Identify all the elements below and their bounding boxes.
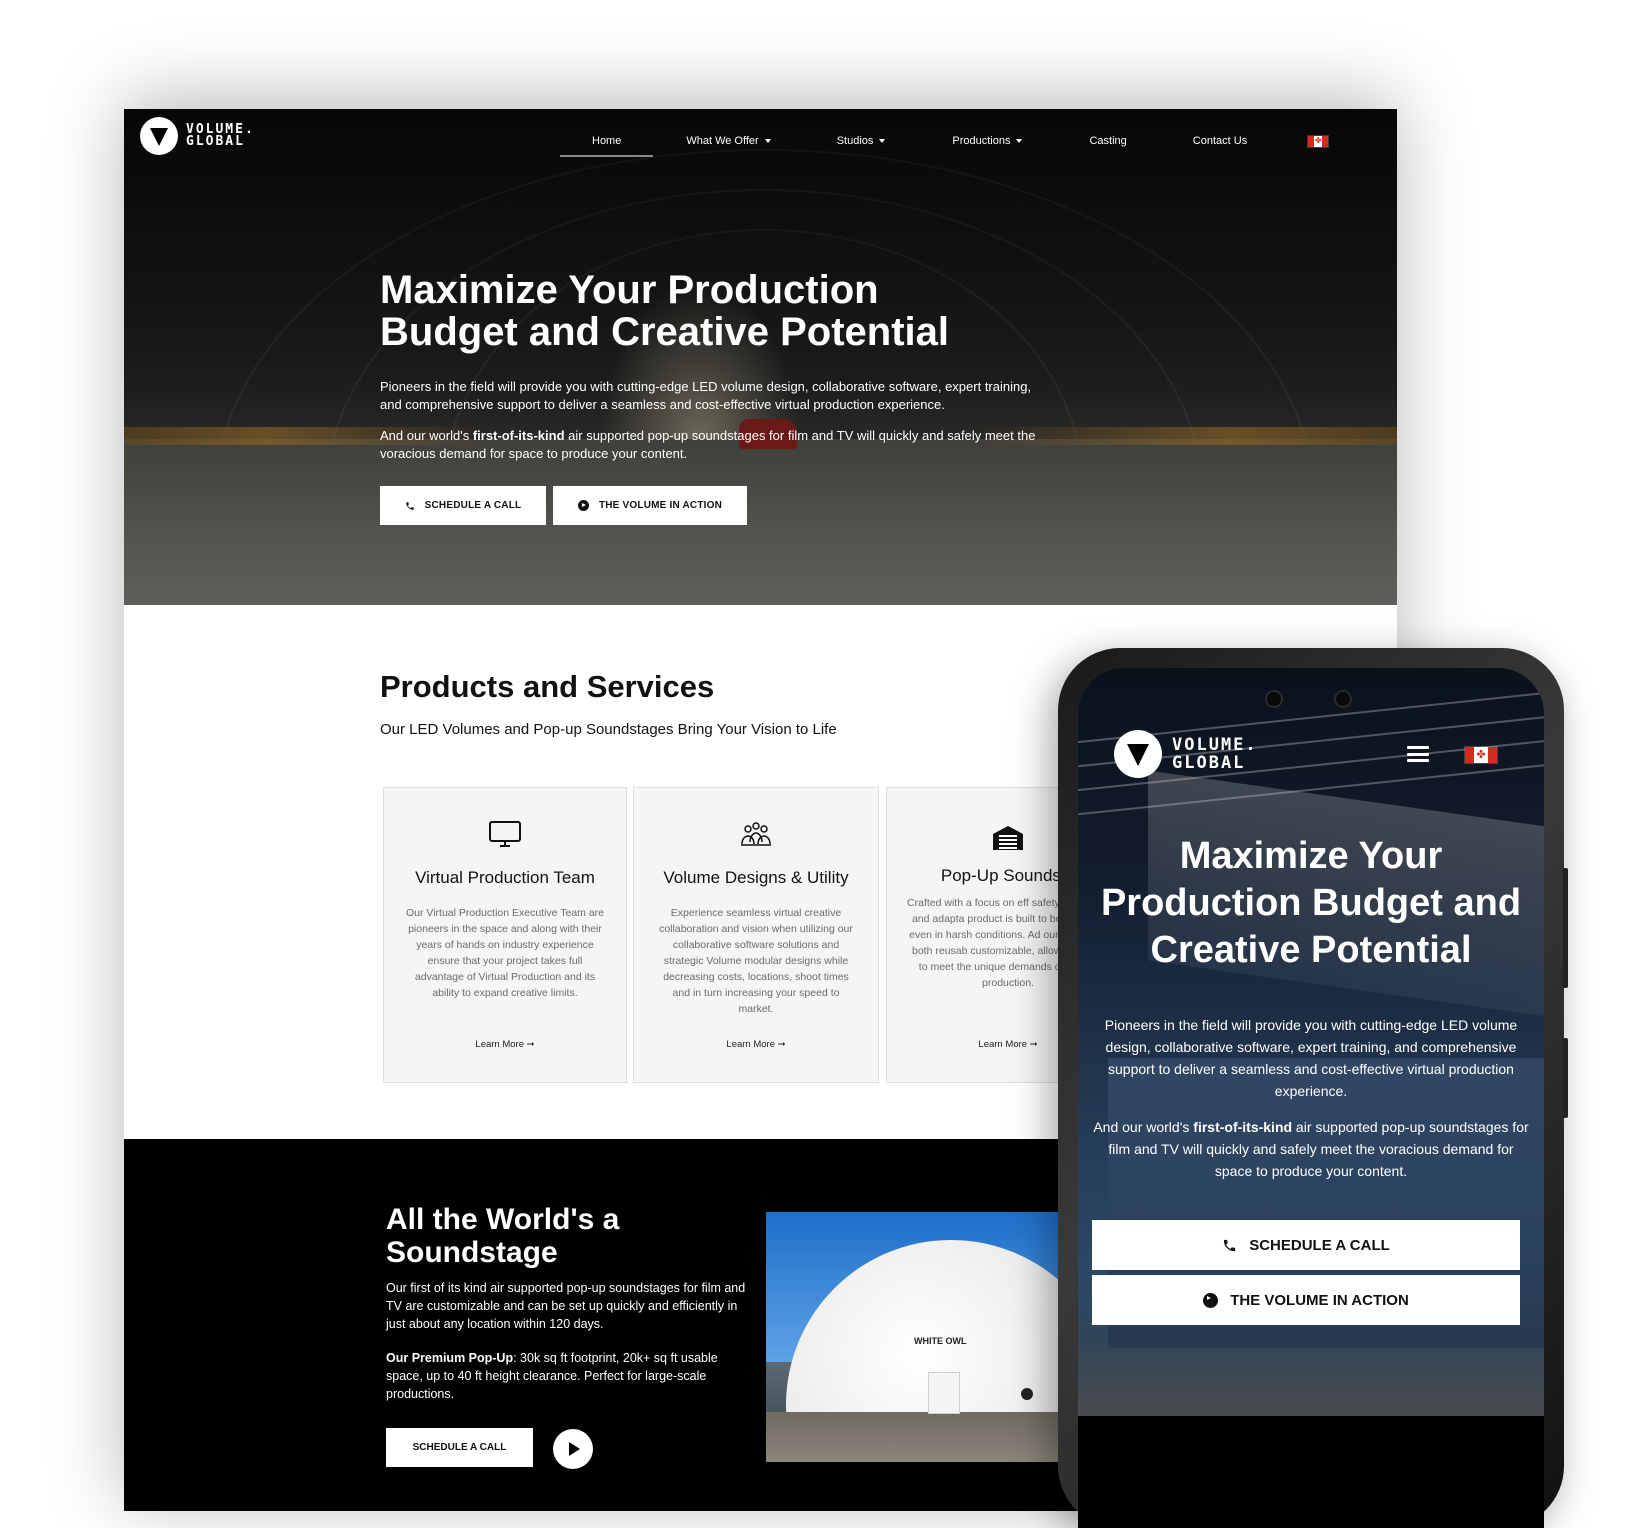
soundstage-schedule-call-button[interactable]: SCHEDULE A CALL bbox=[386, 1428, 533, 1467]
products-title: Products and Services bbox=[380, 669, 715, 704]
card-description: Our Virtual Production Executive Team ar… bbox=[405, 907, 605, 999]
mobile-hero-paragraph-1: Pioneers in the field will provide you w… bbox=[1104, 1017, 1518, 1099]
canada-flag-icon[interactable]: ✤ bbox=[1307, 134, 1330, 148]
soundstage-p2-bold: Our Premium Pop-Up bbox=[386, 1351, 514, 1365]
mobile-p2-bold: first-of-its-kind bbox=[1193, 1119, 1293, 1135]
logo-text-line2: GLOBAL bbox=[186, 134, 245, 149]
monitor-icon bbox=[489, 821, 521, 847]
products-subtitle: Our LED Volumes and Pop-up Soundstages B… bbox=[380, 721, 837, 738]
logo-text-line1: VOLUME. bbox=[1172, 735, 1258, 755]
main-nav: Home What We Offer Studios Productions C… bbox=[560, 126, 1330, 157]
active-nav-underline bbox=[560, 155, 654, 157]
site-logo[interactable]: VOLUME. GLOBAL bbox=[140, 117, 255, 155]
nav-what-we-offer-label: What We Offer bbox=[686, 135, 759, 147]
phone-icon bbox=[405, 501, 414, 510]
product-card[interactable]: Virtual Production Team Our Virtual Prod… bbox=[383, 787, 627, 1083]
popup-soundstage-photo: WHITE OWL bbox=[766, 1212, 1066, 1462]
phone-screen: VOLUME. GLOBAL ✤ Maximize Your Productio… bbox=[1078, 668, 1544, 1528]
soundstage-paragraph-1: Our first of its kind air supported pop-… bbox=[386, 1281, 746, 1331]
hero-p2-prefix: And our world's bbox=[380, 428, 473, 443]
canada-flag-icon[interactable]: ✤ bbox=[1464, 746, 1498, 764]
chevron-down-icon bbox=[764, 139, 771, 144]
hero-paragraph-2: And our world's first-of-its-kind air su… bbox=[380, 427, 1040, 463]
card-description: Experience seamless virtual creative col… bbox=[659, 907, 853, 1015]
nav-contact-us-label: Contact Us bbox=[1192, 135, 1248, 147]
chevron-down-icon bbox=[1016, 139, 1023, 144]
hero-section: VOLUME. GLOBAL Home What We Offer Studio… bbox=[124, 109, 1397, 605]
chevron-down-icon bbox=[879, 139, 886, 144]
play-circle-icon bbox=[577, 500, 589, 511]
learn-more-link[interactable]: Learn More ➞ bbox=[384, 1039, 626, 1050]
schedule-call-button[interactable]: SCHEDULE A CALL bbox=[380, 486, 546, 525]
warehouse-icon bbox=[993, 826, 1023, 850]
mobile-site-logo[interactable]: VOLUME. GLOBAL bbox=[1114, 730, 1258, 778]
volume-badge-icon bbox=[1021, 1388, 1033, 1400]
play-circle-icon bbox=[1203, 1292, 1219, 1308]
nav-studios-label: Studios bbox=[836, 135, 874, 147]
soundstage-paragraph-2: Our Premium Pop-Up: 30k sq ft footprint,… bbox=[386, 1349, 746, 1403]
play-video-button[interactable] bbox=[553, 1429, 593, 1469]
logo-mark-icon bbox=[1114, 730, 1162, 778]
hamburger-menu-icon[interactable] bbox=[1407, 746, 1429, 762]
nav-contact-us[interactable]: Contact Us bbox=[1193, 135, 1247, 147]
logo-mark-icon bbox=[140, 117, 178, 155]
learn-more-link[interactable]: Learn More ➞ bbox=[634, 1039, 878, 1050]
mobile-hero-title: Maximize Your Production Budget and Crea… bbox=[1100, 835, 1522, 971]
hero-paragraph-1: Pioneers in the field will provide you w… bbox=[380, 379, 1032, 412]
mobile-volume-in-action-label: THE VOLUME IN ACTION bbox=[1230, 1291, 1409, 1309]
mobile-schedule-call-button[interactable]: SCHEDULE A CALL bbox=[1092, 1220, 1520, 1270]
mobile-hero-paragraph-2: And our world's first-of-its-kind air su… bbox=[1088, 1116, 1534, 1182]
nav-home-label: Home bbox=[592, 135, 622, 147]
product-card[interactable]: Volume Designs & Utility Experience seam… bbox=[633, 787, 879, 1083]
phone-icon bbox=[1224, 1239, 1236, 1251]
nav-studios[interactable]: Studios bbox=[837, 135, 886, 147]
mobile-p2-prefix: And our world's bbox=[1093, 1119, 1194, 1135]
nav-what-we-offer[interactable]: What We Offer bbox=[686, 135, 771, 147]
mobile-schedule-call-label: SCHEDULE A CALL bbox=[1249, 1236, 1390, 1254]
nav-productions[interactable]: Productions bbox=[952, 135, 1023, 147]
mobile-volume-in-action-button[interactable]: THE VOLUME IN ACTION bbox=[1092, 1275, 1520, 1325]
nav-home[interactable]: Home bbox=[560, 135, 654, 157]
logo-text-line2: GLOBAL bbox=[1172, 753, 1246, 773]
phone-mockup: VOLUME. GLOBAL ✤ Maximize Your Productio… bbox=[1058, 648, 1568, 1528]
schedule-call-label: SCHEDULE A CALL bbox=[424, 500, 522, 511]
mobile-next-section bbox=[1078, 1416, 1544, 1528]
hero-p2-bold: first-of-its-kind bbox=[472, 428, 565, 443]
nav-casting-label: Casting bbox=[1089, 135, 1127, 147]
nav-casting[interactable]: Casting bbox=[1089, 135, 1126, 147]
team-icon bbox=[741, 822, 771, 846]
soundstage-title: All the World's a Soundstage bbox=[386, 1203, 620, 1269]
white-owl-logo: WHITE OWL bbox=[914, 1336, 967, 1346]
hero-title: Maximize Your Production Budget and Crea… bbox=[380, 268, 949, 354]
card-title: Volume Designs & Utility bbox=[663, 868, 849, 887]
volume-in-action-button[interactable]: THE VOLUME IN ACTION bbox=[553, 486, 747, 525]
volume-in-action-label: THE VOLUME IN ACTION bbox=[598, 500, 723, 511]
card-title: Virtual Production Team bbox=[415, 868, 595, 887]
nav-productions-label: Productions bbox=[952, 135, 1011, 147]
